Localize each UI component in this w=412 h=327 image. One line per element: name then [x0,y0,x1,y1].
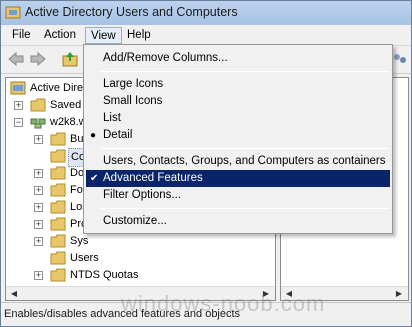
menu-action[interactable]: Action [39,27,81,44]
expand-icon[interactable]: + [34,271,43,280]
window-title: Active Directory Users and Computers [25,5,238,19]
menu-separator [101,148,389,149]
tree-row[interactable]: + Sys [30,233,270,250]
collapse-icon[interactable]: − [14,118,23,127]
menu-view[interactable]: View [85,27,122,44]
menu-item-add-remove-columns[interactable]: Add/Remove Columns... [86,50,390,67]
folder-icon [30,98,46,112]
radio-bullet-icon: ● [90,130,97,141]
menu-item-users-as-containers[interactable]: Users, Contacts, Groups, and Computers a… [86,153,390,170]
forward-arrow-icon[interactable] [29,51,47,67]
folder-icon [50,268,66,282]
scroll-left-icon[interactable]: ◀ [7,287,21,300]
folder-icon [50,251,66,265]
tree-row[interactable]: + NTDS Quotas [30,267,270,284]
tree-domain-label: w2k8.w [50,116,87,128]
app-icon [5,6,21,19]
view-menu-dropdown: Add/Remove Columns... Large Icons Small … [83,44,393,234]
folder-icon [50,132,66,146]
tree-item-label: Users [70,252,99,264]
menu-separator [101,71,389,72]
up-folder-icon[interactable] [61,51,79,67]
back-arrow-icon[interactable] [7,51,25,67]
expand-icon[interactable]: + [14,101,23,110]
menu-bar: File Action View Help [1,25,411,46]
snapin-icon [10,81,26,95]
domain-icon [30,118,46,129]
folder-icon [50,183,66,197]
title-bar[interactable]: Active Directory Users and Computers [1,1,411,25]
menu-item-advanced-features[interactable]: ✔ Advanced Features [86,170,390,187]
scroll-right-icon[interactable]: ▶ [392,287,406,300]
watermark: windows-noob.com [121,291,326,316]
menu-item-detail[interactable]: ● Detail [86,127,390,144]
expand-icon[interactable]: + [34,135,43,144]
menu-file[interactable]: File [7,27,36,44]
menu-item-small-icons[interactable]: Small Icons [86,93,390,110]
expand-icon[interactable]: + [34,169,43,178]
menu-item-large-icons[interactable]: Large Icons [86,76,390,93]
checkmark-icon: ✔ [90,173,99,184]
expand-icon[interactable]: + [34,203,43,212]
menu-separator [101,208,389,209]
expand-icon[interactable]: + [34,220,43,229]
filter-icon[interactable] [391,51,409,67]
tree-item-label: NTDS Quotas [70,269,139,281]
expand-icon[interactable]: + [34,237,43,246]
application-window: Active Directory Users and Computers Fil… [0,0,412,327]
tree-item-label: Sys [70,235,89,247]
folder-icon [50,166,66,180]
folder-icon [50,149,66,163]
menu-item-filter-options[interactable]: Filter Options... [86,187,390,204]
menu-help[interactable]: Help [122,27,156,44]
folder-icon [50,217,66,231]
expand-icon[interactable]: + [34,186,43,195]
folder-icon [50,200,66,214]
folder-icon [50,234,66,248]
menu-item-customize[interactable]: Customize... [86,213,390,230]
tree-row[interactable]: Users [30,250,270,267]
menu-item-list[interactable]: List [86,110,390,127]
